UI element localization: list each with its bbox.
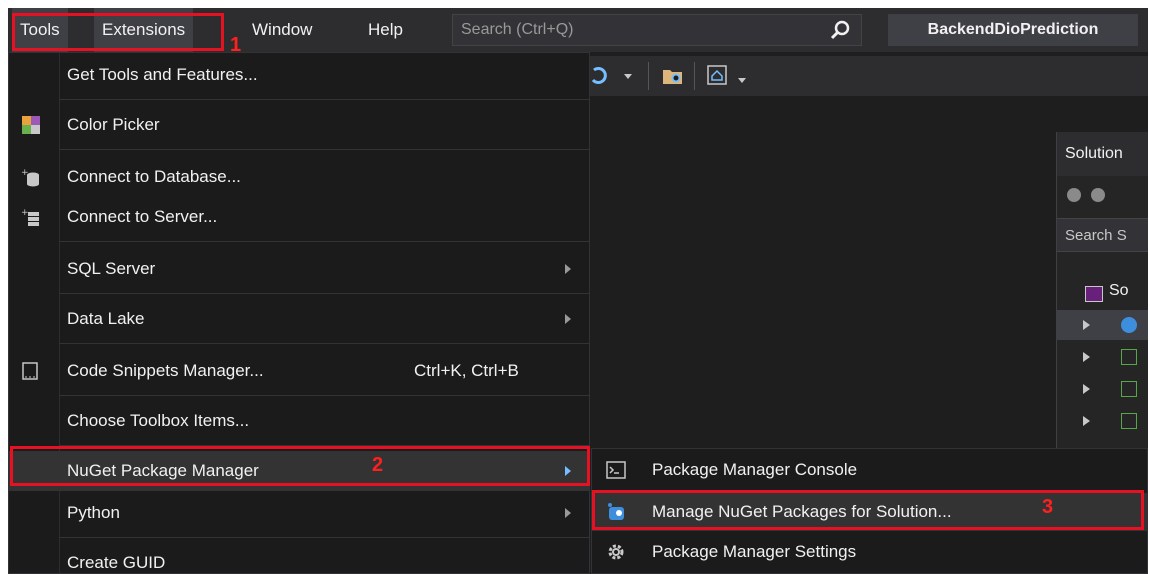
svg-text:+: +: [21, 208, 29, 218]
menu-item-python[interactable]: Python: [9, 493, 589, 533]
submenu-item-label: Package Manager Settings: [652, 542, 857, 561]
menu-help[interactable]: Help: [360, 8, 411, 52]
menu-item-label: Code Snippets Manager...: [67, 361, 264, 380]
toolbar-separator: [694, 62, 695, 90]
highlight-box-tools-extensions: [12, 13, 224, 51]
menu-item-label: Choose Toolbox Items...: [67, 411, 250, 430]
project-row[interactable]: [1057, 310, 1148, 340]
search-icon[interactable]: [829, 19, 851, 41]
csharp-project-icon: [1121, 381, 1137, 397]
step-number-1: 1: [230, 34, 242, 56]
submenu-item-package-manager-settings[interactable]: Package Manager Settings: [592, 533, 1147, 571]
menu-separator: [59, 395, 589, 396]
forward-icon[interactable]: [1091, 188, 1105, 202]
menu-item-label: Python: [67, 503, 120, 522]
highlight-box-manage-nuget: [592, 490, 1144, 530]
menu-item-code-snippets[interactable]: Code Snippets Manager... Ctrl+K, Ctrl+B: [9, 351, 589, 391]
snippet-icon: [22, 362, 38, 380]
project-row[interactable]: [1057, 406, 1148, 436]
color-picker-icon: [22, 116, 40, 134]
menu-item-label: Get Tools and Features...: [67, 65, 258, 84]
project-name-badge[interactable]: BackendDioPrediction: [888, 14, 1138, 46]
expand-arrow-icon[interactable]: [1083, 320, 1090, 330]
highlight-box-nuget-package-manager: [10, 446, 590, 486]
search-placeholder: Search (Ctrl+Q): [461, 21, 574, 38]
home-window-icon[interactable]: [706, 64, 728, 86]
csharp-project-icon: [1121, 349, 1137, 365]
menu-separator: [59, 343, 589, 344]
project-row[interactable]: [1057, 374, 1148, 404]
menu-item-label: Data Lake: [67, 309, 145, 328]
solution-root-row[interactable]: So: [1057, 278, 1148, 308]
dropdown-arrow-icon[interactable]: [738, 78, 746, 83]
menu-item-choose-toolbox[interactable]: Choose Toolbox Items...: [9, 401, 589, 441]
expand-arrow-icon[interactable]: [1083, 352, 1090, 362]
solution-search-input[interactable]: Search S: [1057, 218, 1148, 252]
menu-item-label: Connect to Server...: [67, 207, 218, 226]
toolbar: [578, 56, 1148, 96]
dropdown-arrow-icon[interactable]: [624, 74, 632, 79]
step-number-2: 2: [372, 454, 384, 476]
menu-item-connect-database[interactable]: + Connect to Database...: [9, 157, 589, 197]
console-icon: [606, 461, 626, 479]
menu-item-label: Connect to Database...: [67, 167, 241, 186]
submenu-arrow-icon: [565, 508, 571, 518]
menu-item-label: SQL Server: [67, 259, 156, 278]
menu-item-create-guid[interactable]: Create GUID: [9, 543, 589, 574]
database-icon: +: [21, 168, 39, 187]
menu-item-data-lake[interactable]: Data Lake: [9, 299, 589, 339]
menu-item-shortcut: Ctrl+K, Ctrl+B: [414, 361, 519, 380]
submenu-item-package-manager-console[interactable]: Package Manager Console: [592, 451, 1147, 489]
back-icon[interactable]: [1067, 188, 1081, 202]
submenu-item-label: Package Manager Console: [652, 460, 858, 479]
web-project-icon: [1121, 317, 1137, 333]
menu-separator: [59, 99, 589, 100]
visual-studio-window: Tools Extensions Window Help Search (Ctr…: [8, 8, 1148, 574]
menu-item-label: Color Picker: [67, 115, 160, 134]
menu-item-label: Create GUID: [67, 553, 166, 572]
project-row[interactable]: [1057, 342, 1148, 372]
menu-item-get-tools[interactable]: Get Tools and Features...: [9, 55, 589, 95]
search-input[interactable]: Search (Ctrl+Q): [452, 14, 862, 46]
expand-arrow-icon[interactable]: [1083, 384, 1090, 394]
menu-separator: [59, 149, 589, 150]
tools-menu: Get Tools and Features... Color Picker +…: [8, 52, 590, 574]
server-icon: +: [21, 208, 39, 226]
folder-search-icon[interactable]: [662, 66, 684, 86]
step-number-3: 3: [1042, 496, 1054, 518]
menu-separator: [59, 537, 589, 538]
toolbar-separator: [648, 62, 649, 90]
solution-icon: [1085, 286, 1103, 302]
solution-explorer-toolbar: [1057, 176, 1148, 216]
solution-explorer-title: Solution: [1057, 132, 1148, 176]
menu-separator: [59, 293, 589, 294]
gear-icon: [608, 544, 624, 560]
menu-item-connect-server[interactable]: + Connect to Server...: [9, 197, 589, 237]
menu-item-sql-server[interactable]: SQL Server: [9, 249, 589, 289]
csharp-project-icon: [1121, 413, 1137, 429]
expand-arrow-icon[interactable]: [1083, 416, 1090, 426]
menu-item-color-picker[interactable]: Color Picker: [9, 105, 589, 145]
solution-root-label: So: [1109, 282, 1129, 299]
submenu-arrow-icon: [565, 264, 571, 274]
submenu-arrow-icon: [565, 314, 571, 324]
redo-icon[interactable]: [590, 66, 608, 86]
menu-window[interactable]: Window: [244, 8, 320, 52]
menu-separator: [59, 241, 589, 242]
